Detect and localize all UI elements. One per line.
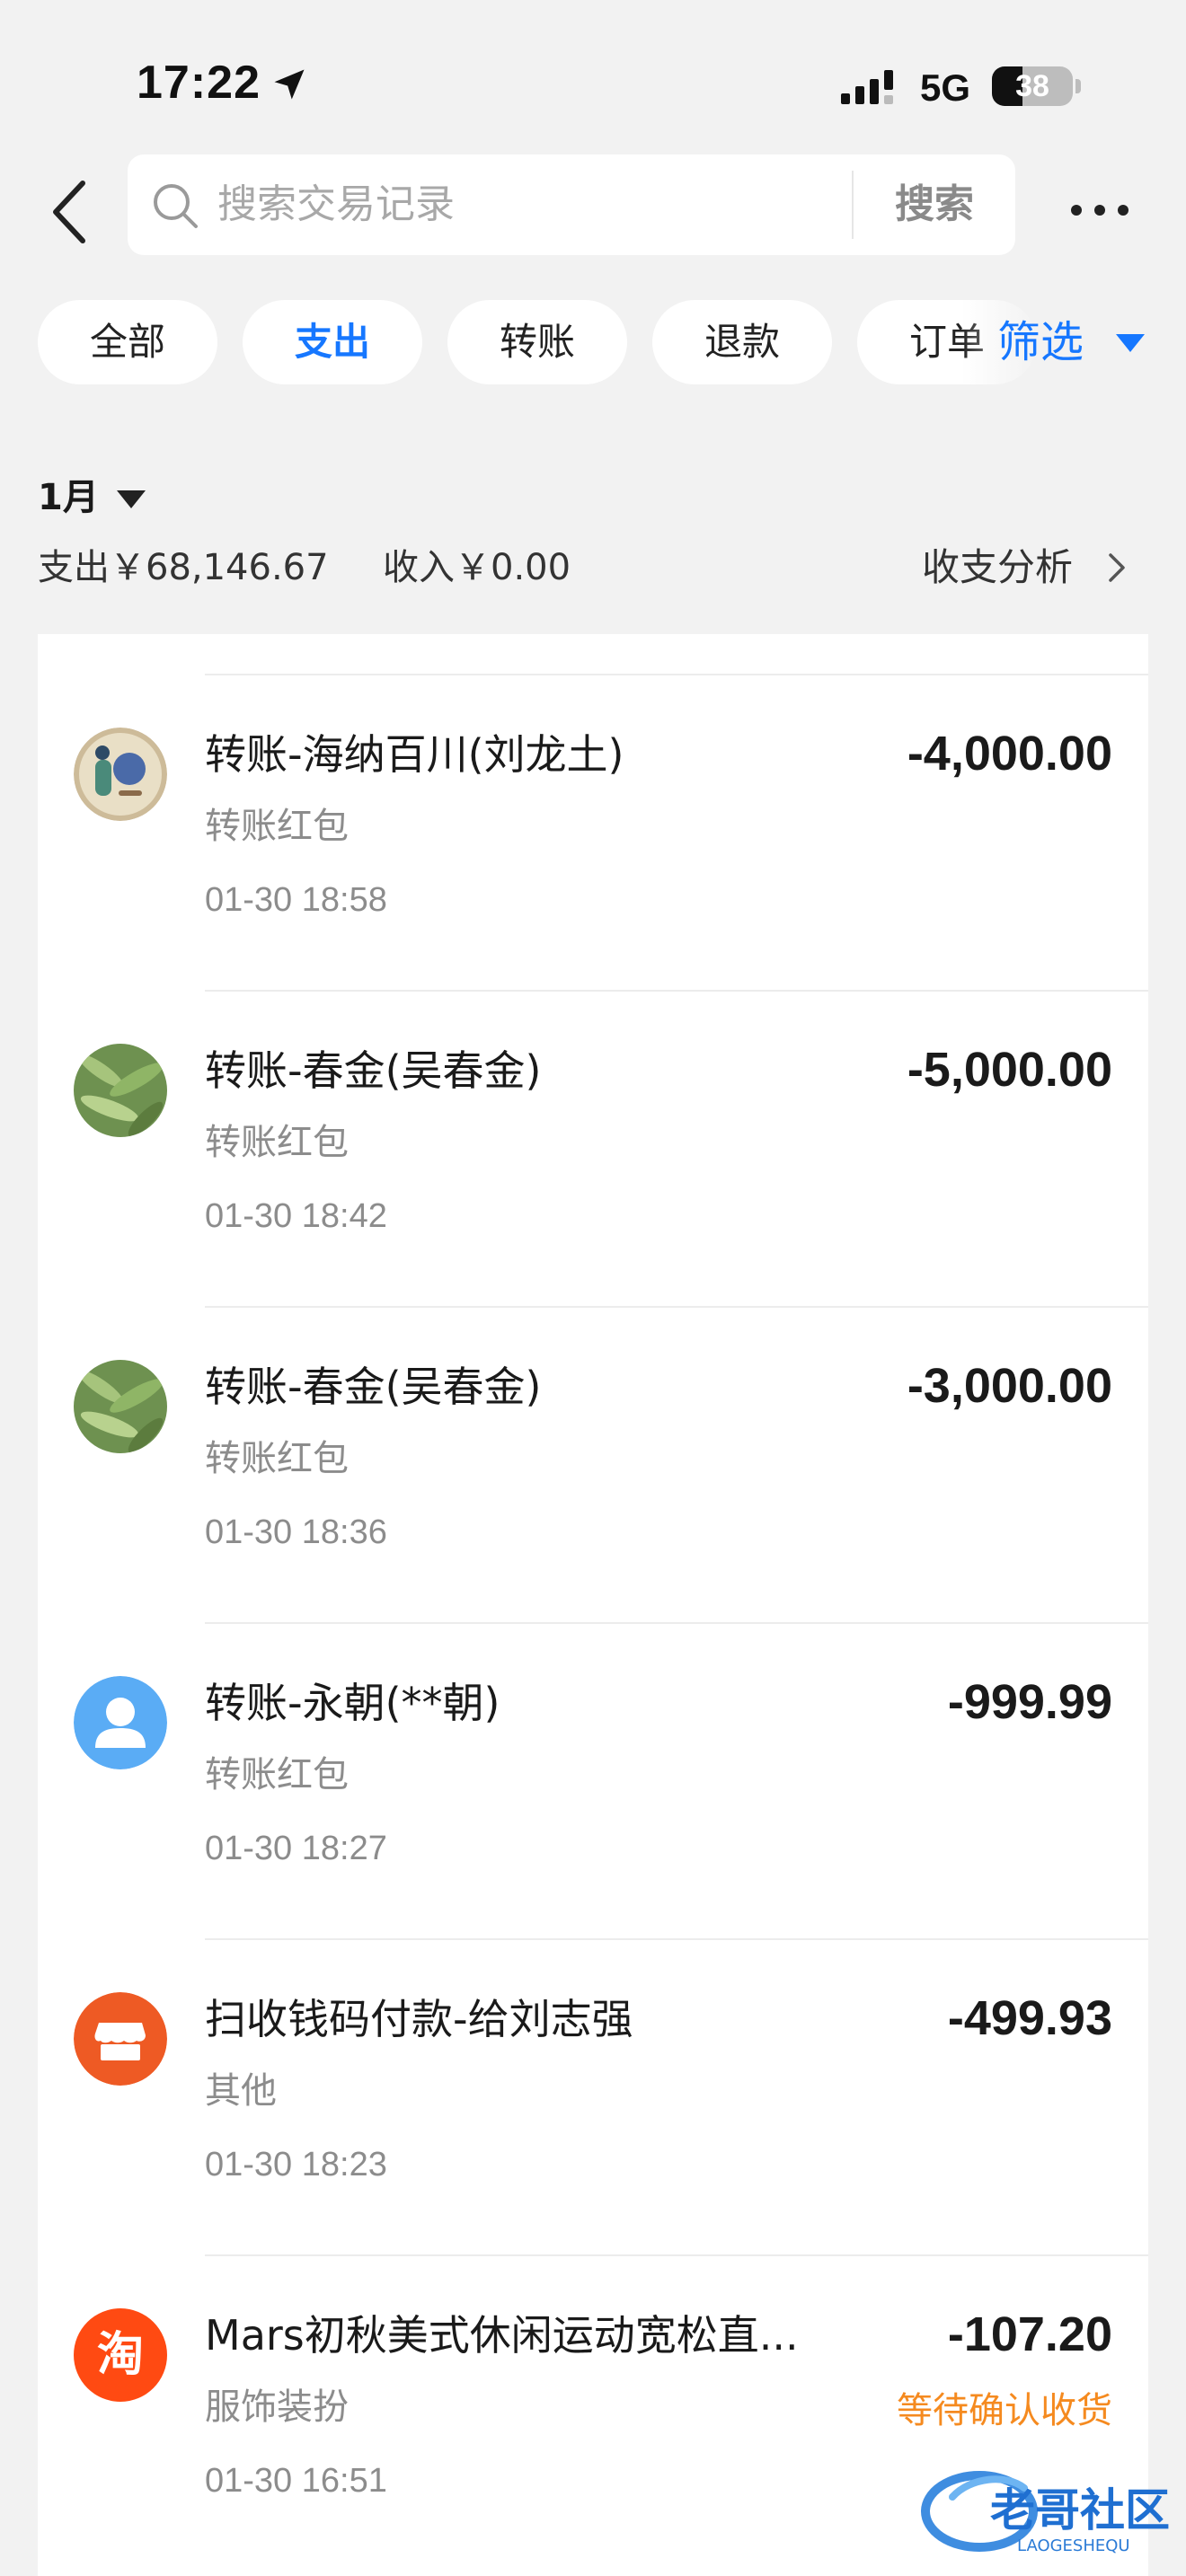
transaction-title: 转账-永朝(**朝)	[205, 1679, 500, 1727]
transaction-amount: -4,000.00	[907, 727, 1112, 781]
transaction-category: 服饰装扮	[205, 2386, 349, 2428]
battery-tip	[1075, 79, 1081, 93]
transaction-title: 转账-春金(吴春金)	[205, 1363, 542, 1411]
transaction-title: 扫收钱码付款-给刘志强	[205, 1995, 633, 2043]
month-label: 1月	[38, 477, 99, 518]
transaction-category: 转账红包	[205, 806, 349, 847]
expense-total: 支出￥68,146.67	[38, 547, 329, 588]
transaction-amount: -5,000.00	[907, 1043, 1112, 1097]
transaction-item[interactable]: 转账-春金(吴春金) 转账红包 01-30 18:42 -5,000.00	[38, 992, 1148, 1308]
transaction-amount: -999.99	[947, 1675, 1112, 1729]
transaction-time: 01-30 18:58	[205, 881, 387, 919]
income-expense-analysis-link[interactable]: 收支分析	[922, 541, 1073, 595]
transaction-list: 转账-海纳百川(刘龙土) 转账红包 01-30 18:58 -4,000.00 …	[38, 634, 1148, 2576]
transaction-category: 其他	[205, 2070, 277, 2112]
transaction-item[interactable]: 扫收钱码付款-给刘志强 其他 01-30 18:23 -499.93	[38, 1940, 1148, 2256]
cellular-signal-icon	[841, 70, 893, 104]
tab-all[interactable]: 全部	[38, 300, 217, 384]
tab-expense[interactable]: 支出	[243, 300, 422, 384]
transaction-title: Mars初秋美式休闲运动宽松直...	[205, 2311, 799, 2360]
income-total: 收入￥0.00	[383, 547, 571, 588]
month-caret-down-icon	[117, 490, 146, 508]
status-bar: 17:22 5G 38	[0, 0, 1186, 135]
photo-avatar-icon	[74, 728, 167, 821]
transaction-amount: -499.93	[947, 1991, 1112, 2045]
transaction-title: 转账-春金(吴春金)	[205, 1046, 542, 1095]
search-icon	[154, 184, 198, 228]
location-arrow-icon	[274, 69, 305, 100]
search-button[interactable]: 搜索	[854, 154, 1015, 255]
status-time: 17:22	[137, 57, 261, 109]
month-picker[interactable]: 1月	[38, 471, 146, 525]
leaf-avatar-icon	[74, 1360, 167, 1453]
transaction-category: 转账红包	[205, 1438, 349, 1479]
transaction-item[interactable]: 转账-春金(吴春金) 转账红包 01-30 18:36 -3,000.00	[38, 1308, 1148, 1624]
tab-transfer[interactable]: 转账	[447, 300, 627, 384]
battery-icon: 38	[992, 66, 1073, 106]
watermark-text: 老哥社区	[990, 2484, 1170, 2536]
transaction-item[interactable]: 转账-海纳百川(刘龙土) 转账红包 01-30 18:58 -4,000.00	[38, 675, 1148, 992]
leaf-avatar-icon	[74, 1044, 167, 1137]
filter-caret-down-icon[interactable]	[1114, 332, 1146, 354]
transaction-list-page: 17:22 5G 38 搜索交易记录 搜索 全部 支出 转账 退款 订单 筛选 …	[0, 0, 1186, 2576]
transaction-time: 01-30 18:42	[205, 1197, 387, 1235]
taobao-icon: 淘	[74, 2308, 167, 2402]
watermark-subtext: LAOGESHEQU	[1017, 2536, 1130, 2555]
tab-refund[interactable]: 退款	[652, 300, 832, 384]
transaction-category: 转账红包	[205, 1122, 349, 1163]
more-options-icon[interactable]	[1064, 192, 1136, 228]
transaction-time: 01-30 18:36	[205, 1513, 387, 1551]
back-arrow-icon[interactable]	[45, 176, 99, 248]
store-icon	[74, 1992, 167, 2086]
transaction-title: 转账-海纳百川(刘龙土)	[205, 730, 624, 779]
watermark-logo: 老哥社区 LAOGESHEQU	[921, 2471, 1170, 2555]
transaction-amount: -3,000.00	[907, 1359, 1112, 1413]
chevron-right-icon[interactable]	[1103, 550, 1130, 586]
transaction-time: 01-30 18:23	[205, 2146, 387, 2183]
transaction-category: 转账红包	[205, 1754, 349, 1795]
filter-button[interactable]: 筛选	[997, 300, 1177, 384]
battery-level: 38	[1015, 69, 1049, 103]
taobao-icon-glyph: 淘	[96, 2328, 144, 2382]
network-type-label: 5G	[920, 66, 971, 109]
transaction-item[interactable]: 转账-永朝(**朝) 转账红包 01-30 18:27 -999.99	[38, 1624, 1148, 1940]
transaction-amount: -107.20	[947, 2307, 1112, 2361]
search-box: 搜索	[128, 154, 1015, 255]
transaction-time: 01-30 16:51	[205, 2462, 387, 2500]
transaction-time: 01-30 18:27	[205, 1830, 387, 1867]
search-input[interactable]	[217, 154, 954, 255]
order-status: 等待确认收货	[897, 2390, 1112, 2431]
default-user-avatar-icon	[74, 1676, 167, 1769]
